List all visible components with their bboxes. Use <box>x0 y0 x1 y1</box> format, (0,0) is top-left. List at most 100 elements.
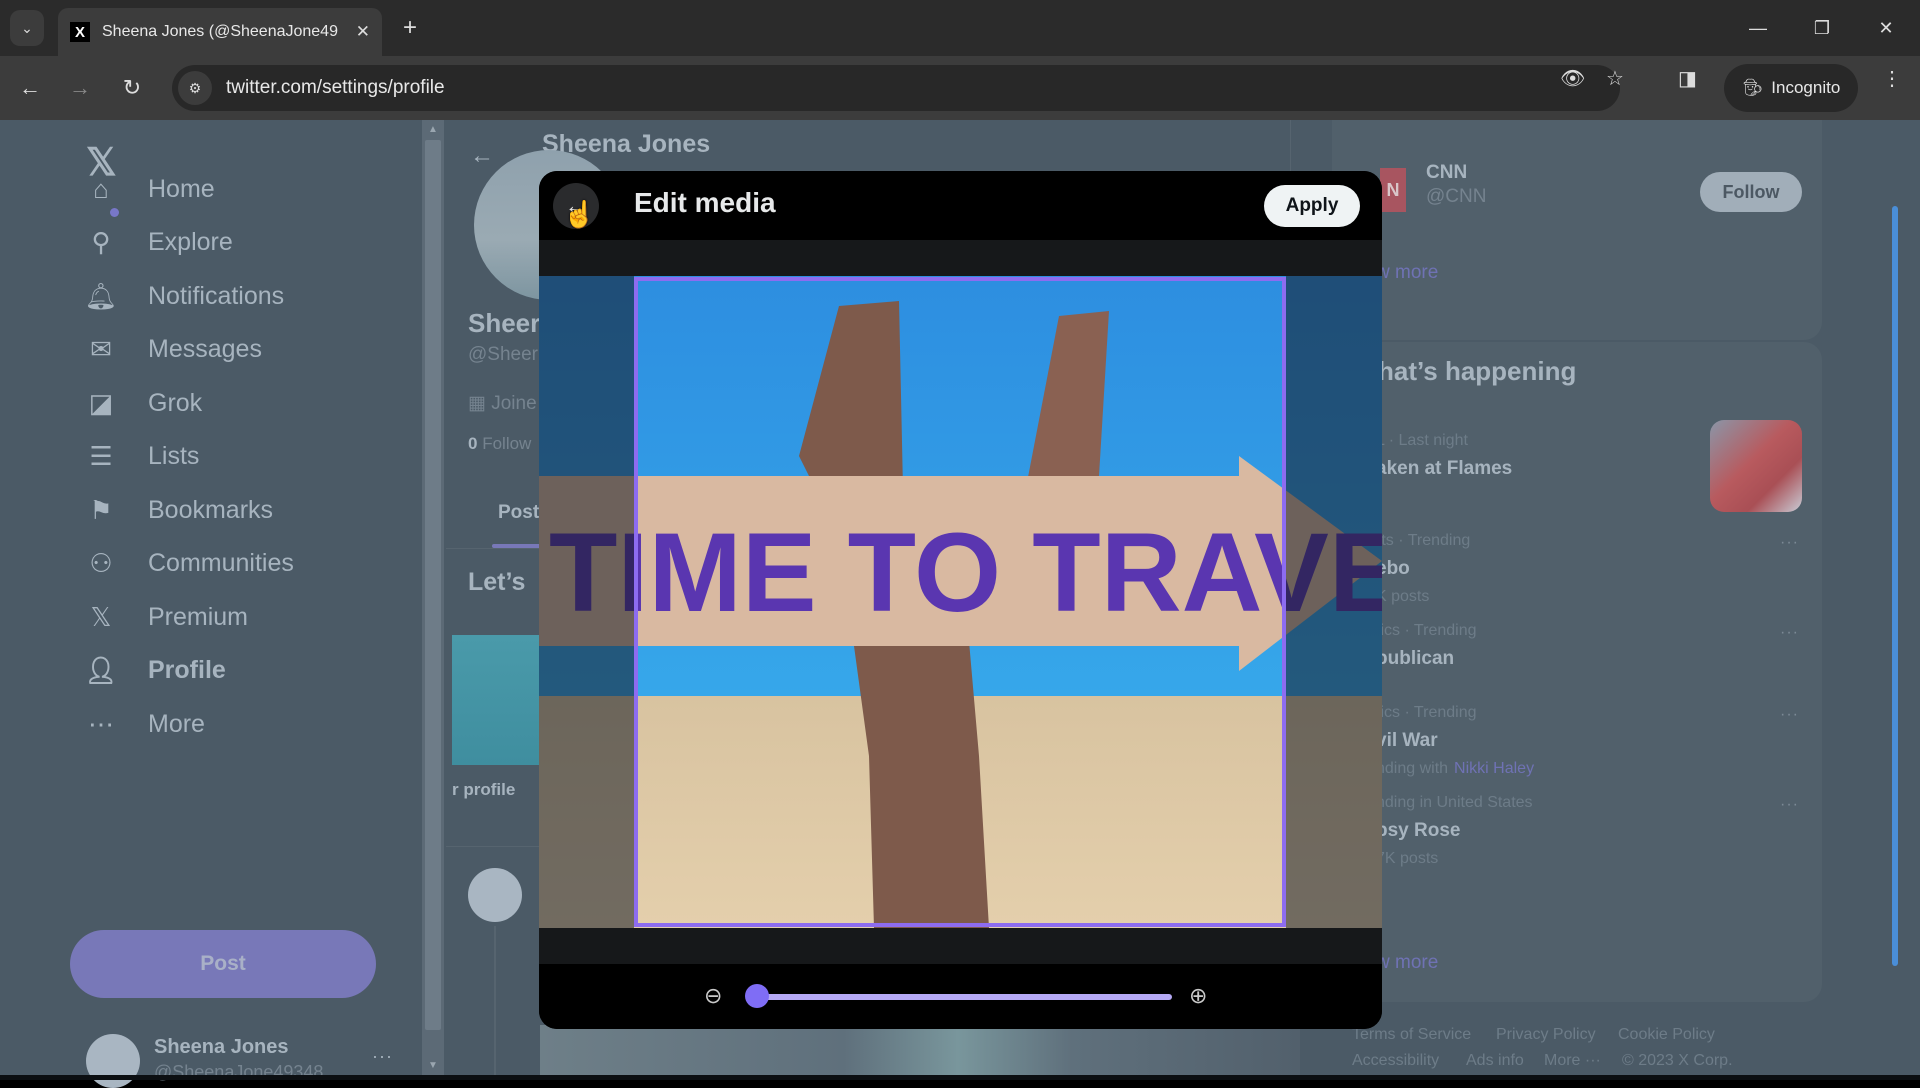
url-text[interactable]: twitter.com/settings/profile <box>226 77 445 99</box>
grok-icon: ◪ <box>88 387 114 418</box>
restore-button[interactable]: ❐ <box>1802 12 1842 44</box>
tab-close-icon[interactable]: ✕ <box>356 22 370 42</box>
trend-subtext-label: K posts <box>1376 588 1430 605</box>
dialog-title: Edit media <box>634 187 776 218</box>
sidebar-item-messages[interactable]: ✉ Messages <box>84 324 262 374</box>
footer-link[interactable]: Cookie Policy <box>1618 1026 1715 1044</box>
apply-button[interactable]: Apply <box>1264 185 1360 227</box>
more-circle-icon: ⋯ <box>88 708 114 739</box>
envelope-icon: ✉ <box>90 333 112 364</box>
trend-title[interactable]: aken at Flames <box>1376 458 1512 480</box>
sidebar-item-explore[interactable]: ⚲ Explore <box>84 217 233 267</box>
follow-stats[interactable]: 0 Follow <box>468 434 531 454</box>
show-more-link[interactable]: w more <box>1376 952 1438 974</box>
setup-card-image[interactable] <box>452 635 542 765</box>
incognito-icon: 🕵︎ <box>1741 78 1764 97</box>
sidebar-item-bookmarks[interactable]: ⚑ Bookmarks <box>84 485 273 535</box>
bookmark-star-icon[interactable]: ☆ <box>1606 66 1624 91</box>
eye-off-icon[interactable]: 👁︎ <box>1560 66 1585 91</box>
cnn-handle: @CNN <box>1426 186 1487 207</box>
page-scrollbar-thumb[interactable] <box>1892 206 1898 966</box>
hand-cursor-icon: ☝ <box>563 199 596 229</box>
zoom-slider-thumb[interactable] <box>745 984 769 1008</box>
sidebar-item-lists[interactable]: ☰ Lists <box>84 431 199 481</box>
browser-tab-active[interactable]: X Sheena Jones (@SheenaJone49 ✕ <box>58 8 382 56</box>
trend-subtext: 7K posts <box>1376 850 1438 868</box>
profile-name: Sheer <box>468 308 541 338</box>
person-icon: 👤︎ <box>84 654 118 685</box>
cnn-name[interactable]: CNN <box>1426 162 1467 184</box>
tab-posts[interactable]: Post <box>498 502 539 524</box>
trend-title[interactable]: psy Rose <box>1376 820 1460 842</box>
sidebar-item-label: Explore <box>148 227 233 256</box>
sidebar-item-label: Bookmarks <box>148 495 274 524</box>
footer-link[interactable]: Accessibility <box>1352 1052 1439 1070</box>
bell-icon: 🔔︎ <box>84 280 118 311</box>
zoom-slider-track[interactable] <box>757 994 1172 1000</box>
trend-subtext: K posts <box>1376 588 1429 606</box>
trend-more-icon[interactable]: ··· <box>1780 624 1799 642</box>
reload-icon[interactable]: ↻ <box>116 72 148 104</box>
trend-subtext-label: 7K posts <box>1376 850 1439 867</box>
crop-frame[interactable] <box>634 277 1286 927</box>
browser-toolbar: ← → ↻ ⚙ twitter.com/settings/profile 👁︎ … <box>0 56 1920 120</box>
sidebar-item-communities[interactable]: ⚇ Communities <box>84 538 294 588</box>
sidebar-item-notifications[interactable]: 🔔︎ Notifications <box>84 271 284 321</box>
show-more-link[interactable]: w more <box>1376 262 1438 284</box>
sidebar-item-home[interactable]: ⌂ Home <box>84 164 215 214</box>
account-more-icon[interactable]: ··· <box>372 1046 393 1067</box>
footer-link[interactable]: Ads info <box>1466 1052 1524 1070</box>
address-bar[interactable]: ⚙ twitter.com/settings/profile <box>172 65 1620 111</box>
joined-label: Joine <box>491 393 537 414</box>
incognito-badge[interactable]: 🕵︎ Incognito <box>1724 64 1858 112</box>
post-media[interactable] <box>540 1025 1300 1075</box>
zoom-out-icon[interactable]: ⊖ <box>704 983 722 1009</box>
sidebar-item-more[interactable]: ⋯ More <box>84 699 205 749</box>
taskbar-edge <box>0 1075 1920 1080</box>
sidebar-scrollbar[interactable]: ▲ ▼ <box>422 120 444 1075</box>
side-panel-icon[interactable]: ◨ <box>1678 66 1697 91</box>
scroll-down-arrow-icon[interactable]: ▼ <box>422 1060 444 1071</box>
trend-title[interactable]: publican <box>1376 648 1454 670</box>
sidebar-item-label: Messages <box>148 334 262 363</box>
trend-meta: nding in United States <box>1376 794 1533 811</box>
account-name[interactable]: Sheena Jones <box>154 1036 289 1059</box>
trend-more-icon[interactable]: ··· <box>1780 706 1799 724</box>
tab-search-button[interactable]: ⌄ <box>10 10 44 46</box>
zoom-controls: ⊖ ⊕ <box>539 964 1382 1029</box>
sidebar-item-grok[interactable]: ◪ Grok <box>84 378 202 428</box>
joined-date: ▦ Joine <box>468 392 537 415</box>
scroll-up-arrow-icon[interactable]: ▲ <box>422 124 444 135</box>
footer-link[interactable]: Privacy Policy <box>1496 1026 1596 1044</box>
forward-arrow-icon[interactable]: → <box>64 72 96 104</box>
footer-link[interactable]: More ··· <box>1544 1052 1601 1070</box>
trend-more-icon[interactable]: ··· <box>1780 796 1799 814</box>
sidebar-item-profile[interactable]: 👤︎ Profile <box>84 645 226 695</box>
back-arrow-icon[interactable]: ← <box>14 72 46 104</box>
back-arrow-icon[interactable]: ← <box>470 142 494 170</box>
post-avatar[interactable] <box>468 868 522 922</box>
zoom-in-icon[interactable]: ⊕ <box>1189 983 1207 1009</box>
site-info-icon[interactable]: ⚙ <box>178 71 212 105</box>
trend-related-link[interactable]: Nikki Haley <box>1454 760 1534 777</box>
sidebar-item-label: Home <box>148 174 215 203</box>
sidebar-item-label: Profile <box>148 655 226 684</box>
post-button[interactable]: Post <box>70 930 376 998</box>
scrollbar-thumb[interactable] <box>425 140 441 1030</box>
sidebar-item-premium[interactable]: 𝕏 Premium <box>84 592 249 642</box>
sidebar-item-label: Lists <box>148 441 200 470</box>
trend-more-icon[interactable]: ··· <box>1780 534 1799 552</box>
trend-title[interactable]: vil War <box>1376 730 1438 752</box>
follow-button[interactable]: Follow <box>1700 172 1802 212</box>
communities-icon: ⚇ <box>89 547 113 578</box>
kebab-menu-icon[interactable]: ⋮ <box>1882 66 1902 91</box>
new-tab-button[interactable]: + <box>398 12 422 44</box>
x-premium-icon: 𝕏 <box>90 601 112 632</box>
crop-stage[interactable]: TIME TO TRAVEL <box>539 276 1382 928</box>
minimize-button[interactable]: — <box>1738 12 1778 44</box>
close-window-button[interactable]: ✕ <box>1866 12 1906 44</box>
trend-meta: tics · Trending <box>1376 622 1477 639</box>
crop-mask-left <box>539 276 634 928</box>
profile-handle: @Sheer <box>468 344 538 365</box>
lets-heading: Let’s <box>468 568 526 596</box>
